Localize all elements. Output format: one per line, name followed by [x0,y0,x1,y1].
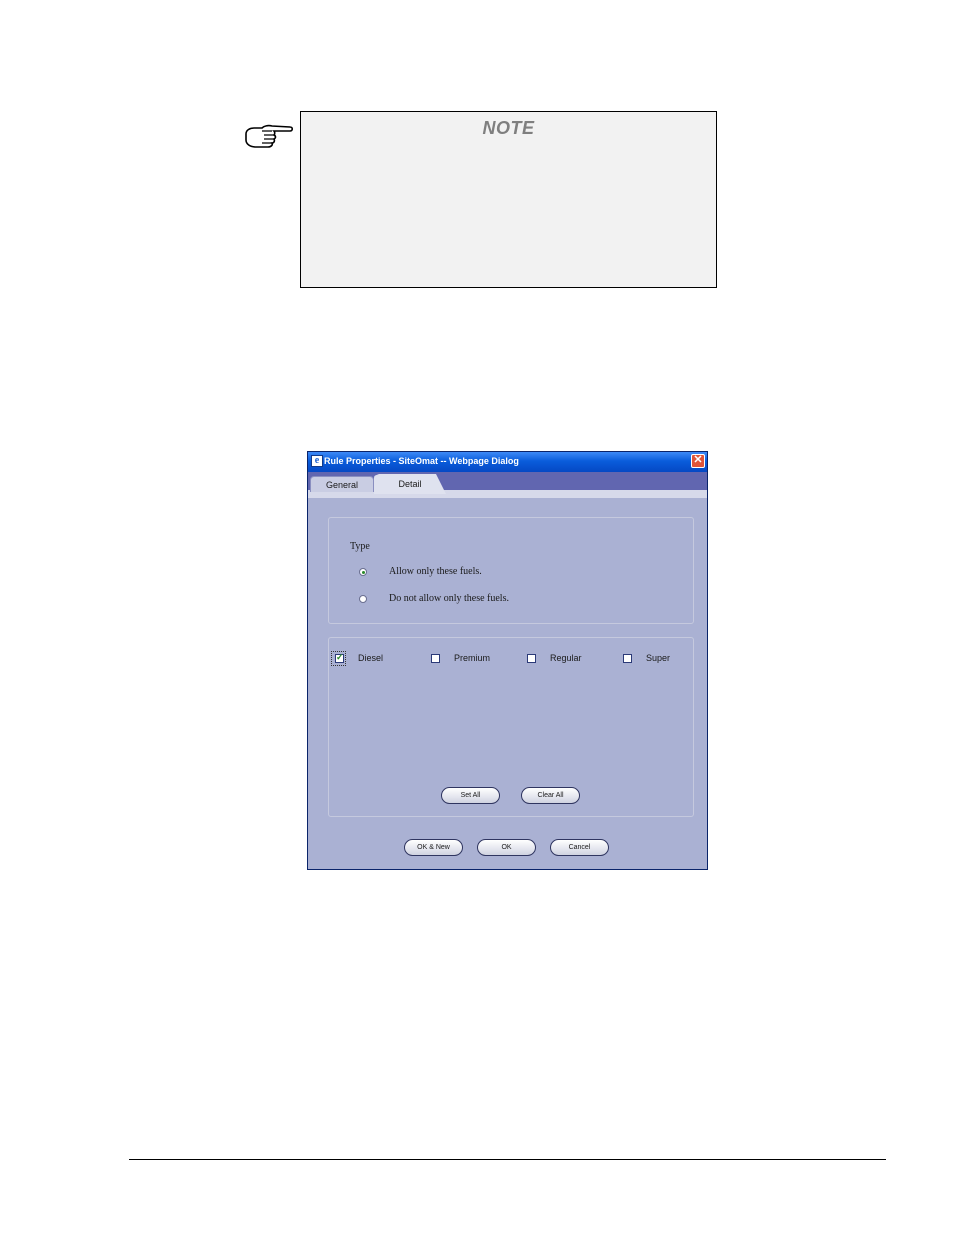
dialog-title: Rule Properties - SiteOmat -- Webpage Di… [324,456,519,466]
super-checkbox[interactable] [623,654,632,663]
tab-detail[interactable]: Detail [374,474,446,494]
clear-all-button[interactable]: Clear All [521,787,580,804]
dialog-titlebar[interactable]: e Rule Properties - SiteOmat -- Webpage … [308,452,707,472]
close-icon[interactable]: ✕ [691,454,705,468]
allow-fuels-radio[interactable] [359,568,367,576]
allow-fuels-label[interactable]: Allow only these fuels. [389,566,482,577]
ok-and-new-button[interactable]: OK & New [404,839,463,856]
ok-button[interactable]: OK [477,839,536,856]
rule-properties-dialog: e Rule Properties - SiteOmat -- Webpage … [307,451,708,870]
set-all-button[interactable]: Set All [441,787,500,804]
disallow-fuels-label[interactable]: Do not allow only these fuels. [389,593,509,604]
regular-checkbox[interactable] [527,654,536,663]
note-title: NOTE [482,118,535,138]
pointing-hand-icon [245,124,294,148]
type-label: Type [350,541,370,552]
ie-page-icon: e [311,455,323,467]
diesel-label[interactable]: Diesel [358,653,383,663]
super-label[interactable]: Super [646,653,670,663]
premium-label[interactable]: Premium [454,653,490,663]
fuels-group [328,637,694,817]
disallow-fuels-radio[interactable] [359,595,367,603]
tab-general[interactable]: General [310,476,374,492]
diesel-checkbox[interactable] [335,652,344,663]
regular-label[interactable]: Regular [550,653,582,663]
type-group [328,517,694,624]
premium-checkbox[interactable] [431,654,440,663]
cancel-button[interactable]: Cancel [550,839,609,856]
footer-divider [129,1159,886,1160]
note-box: NOTE [300,111,717,288]
